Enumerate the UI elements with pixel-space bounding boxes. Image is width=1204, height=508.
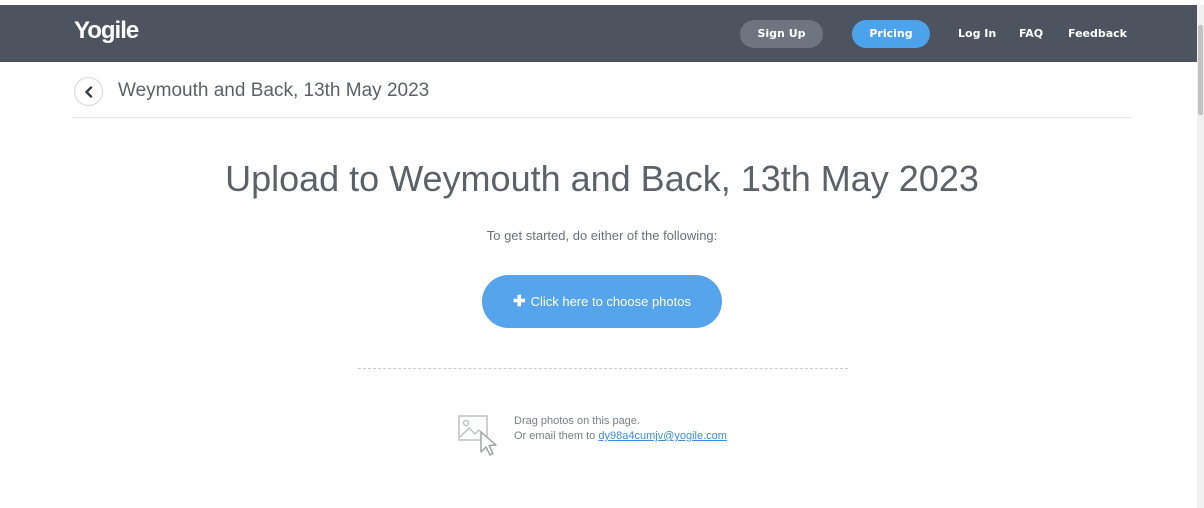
choose-photos-label: Click here to choose photos [530,294,691,309]
scrollbar-thumb[interactable] [1198,25,1203,115]
instructions-text: To get started, do either of the followi… [486,228,718,243]
drag-instructions: Drag photos on this page. Or email them … [514,414,727,444]
signup-button[interactable]: Sign Up [740,20,823,48]
email-prefix: Or email them to [514,430,599,442]
logo[interactable]: Yogile [74,17,139,45]
plus-icon: ✚ [512,293,526,310]
email-link[interactable]: dy98a4cumjv@yogile.com [598,430,727,442]
faq-link[interactable]: FAQ [1019,20,1043,48]
pricing-button[interactable]: Pricing [852,20,930,48]
page-title: Upload to Weymouth and Back, 13th May 20… [225,158,979,199]
navbar: Yogile Sign Up Pricing Log In FAQ Feedba… [0,5,1197,62]
choose-photos-button[interactable]: ✚ Click here to choose photos [482,275,722,328]
back-button[interactable] [74,77,103,106]
chevron-left-icon [85,86,93,98]
drag-text-line: Drag photos on this page. [514,415,640,427]
login-link[interactable]: Log In [958,20,996,48]
image-drag-icon [458,415,497,456]
feedback-link[interactable]: Feedback [1068,20,1127,48]
email-text-line: Or email them to dy98a4cumjv@yogile.com [514,429,727,444]
breadcrumb-title: Weymouth and Back, 13th May 2023 [118,80,430,101]
header-divider [72,117,1132,118]
section-divider [358,368,848,369]
